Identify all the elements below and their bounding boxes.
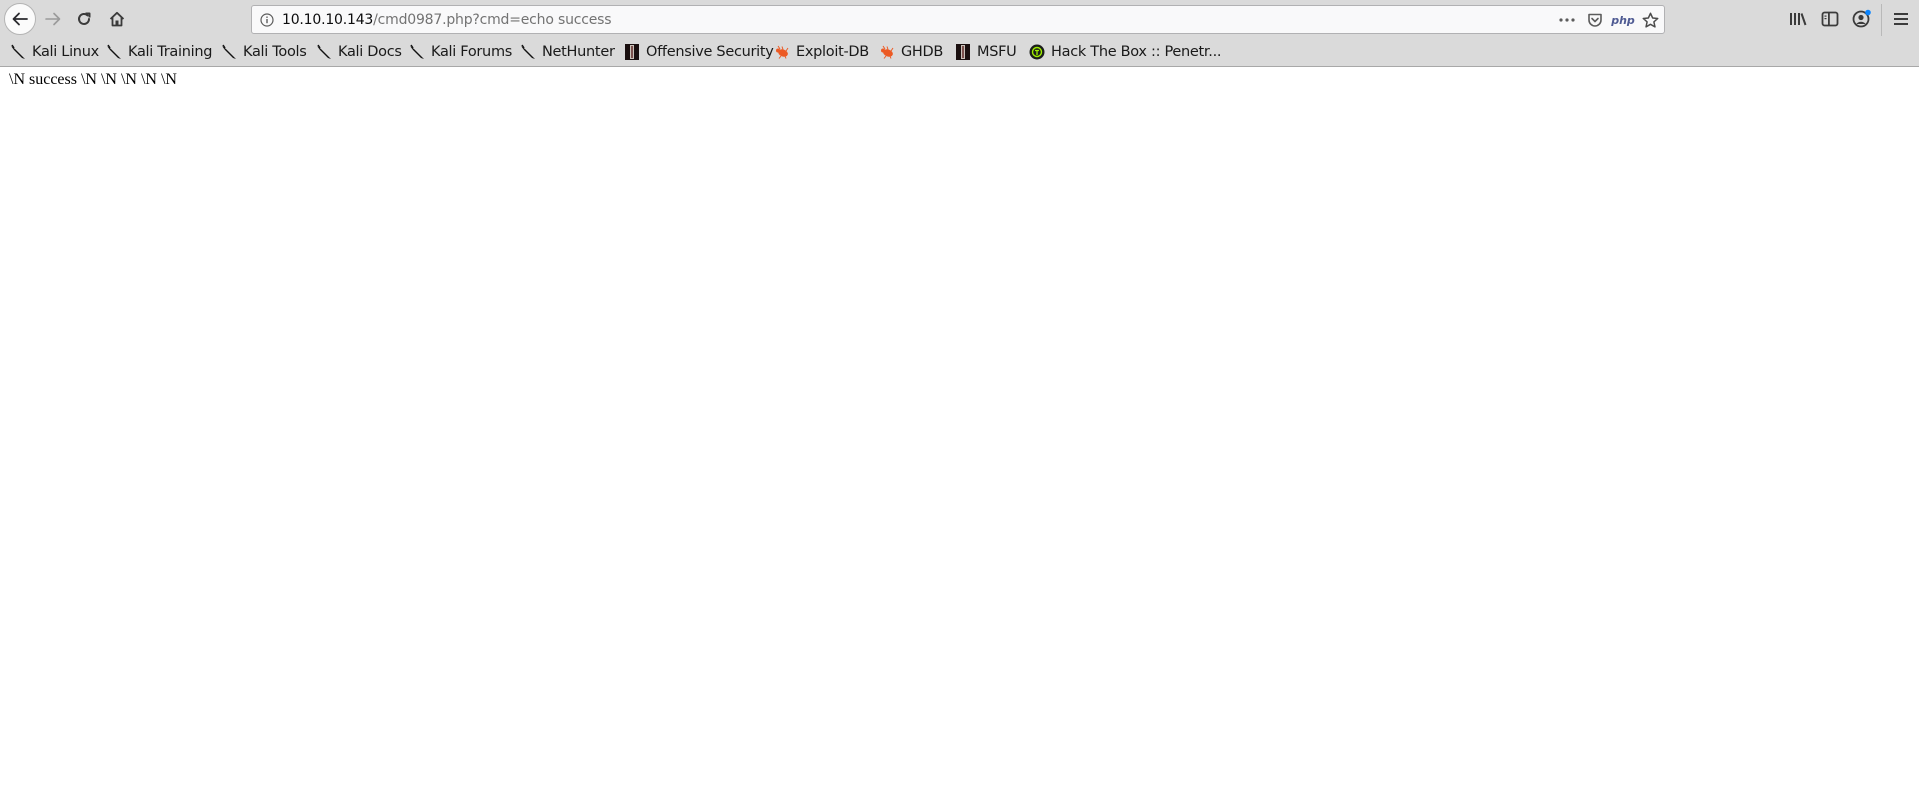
bookmark-hack-the-box[interactable]: Hack The Box :: Penetr... xyxy=(1029,40,1222,64)
url-text[interactable]: 10.10.10.143/cmd0987.php?cmd=echo succes… xyxy=(282,11,612,29)
bookmark-kali-forums[interactable]: Kali Forums xyxy=(409,40,512,64)
ellipsis-icon xyxy=(1559,18,1575,22)
bookmark-label: Hack The Box :: Penetr... xyxy=(1051,44,1222,60)
bookmark-kali-linux[interactable]: Kali Linux xyxy=(10,40,99,64)
kali-dragon-icon xyxy=(106,44,122,60)
kali-dragon-icon xyxy=(520,44,536,60)
kali-dragon-icon xyxy=(316,44,332,60)
kali-dragon-icon xyxy=(221,44,237,60)
forward-button[interactable] xyxy=(38,4,68,34)
library-button[interactable] xyxy=(1788,9,1808,29)
offsec-icon xyxy=(955,44,971,60)
library-icon xyxy=(1790,13,1807,26)
arrow-left-icon xyxy=(12,12,28,26)
kali-dragon-icon xyxy=(409,44,425,60)
bookmark-kali-training[interactable]: Kali Training xyxy=(106,40,212,64)
bookmark-kali-tools[interactable]: Kali Tools xyxy=(221,40,307,64)
kali-dragon-icon xyxy=(10,44,26,60)
back-button[interactable] xyxy=(4,3,36,35)
bookmark-label: Offensive Security xyxy=(646,44,774,60)
bookmarks-toolbar: Kali Linux Kali Training Kali Tools Kali… xyxy=(0,40,1919,64)
offsec-icon xyxy=(624,44,640,60)
page-actions-button[interactable] xyxy=(1557,11,1577,29)
home-button[interactable] xyxy=(102,4,132,34)
bookmark-label: GHDB xyxy=(901,44,944,60)
bookmark-label: Kali Linux xyxy=(32,44,99,60)
url-bar[interactable]: 10.10.10.143/cmd0987.php?cmd=echo succes… xyxy=(251,5,1665,34)
pocket-button[interactable] xyxy=(1586,11,1604,29)
bookmark-label: Kali Training xyxy=(128,44,213,60)
exploitdb-bug-icon xyxy=(879,44,895,60)
browser-chrome: 10.10.10.143/cmd0987.php?cmd=echo succes… xyxy=(0,0,1919,67)
reload-button[interactable] xyxy=(69,4,99,34)
reload-icon xyxy=(78,12,91,25)
pocket-icon xyxy=(1588,13,1602,27)
toolbar-separator xyxy=(1881,4,1882,36)
bookmark-nethunter[interactable]: NetHunter xyxy=(520,40,615,64)
bookmark-label: Exploit-DB xyxy=(796,44,869,60)
bookmark-star-button[interactable] xyxy=(1641,11,1659,29)
htb-icon xyxy=(1029,44,1045,60)
bookmark-exploit-db[interactable]: Exploit-DB xyxy=(774,40,869,64)
menu-button[interactable] xyxy=(1891,9,1911,29)
url-host: 10.10.10.143 xyxy=(282,12,374,28)
bookmark-label: NetHunter xyxy=(542,44,615,60)
bookmark-kali-docs[interactable]: Kali Docs xyxy=(316,40,402,64)
sidebar-button[interactable] xyxy=(1820,9,1840,29)
bookmark-offensive-security[interactable]: Offensive Security xyxy=(624,40,774,64)
info-icon[interactable] xyxy=(260,12,274,31)
sidebar-icon xyxy=(1821,11,1839,27)
page-body-text: \N success \N \N \N \N \N xyxy=(9,71,177,88)
php-badge[interactable]: php xyxy=(1611,11,1635,29)
account-icon xyxy=(1852,9,1871,28)
home-icon xyxy=(109,11,125,27)
hamburger-menu-icon xyxy=(1894,13,1908,25)
bookmark-msfu[interactable]: MSFU xyxy=(955,40,1017,64)
arrow-right-icon xyxy=(45,12,61,26)
bookmark-label: MSFU xyxy=(977,44,1017,60)
bookmark-label: Kali Forums xyxy=(431,44,513,60)
star-icon xyxy=(1642,12,1658,28)
bookmark-label: Kali Docs xyxy=(338,44,402,60)
account-button[interactable] xyxy=(1852,9,1872,29)
url-path: /cmd0987.php?cmd=echo success xyxy=(373,12,612,28)
exploitdb-bug-icon xyxy=(774,44,790,60)
bookmark-label: Kali Tools xyxy=(243,44,307,60)
bookmark-ghdb[interactable]: GHDB xyxy=(879,40,943,64)
